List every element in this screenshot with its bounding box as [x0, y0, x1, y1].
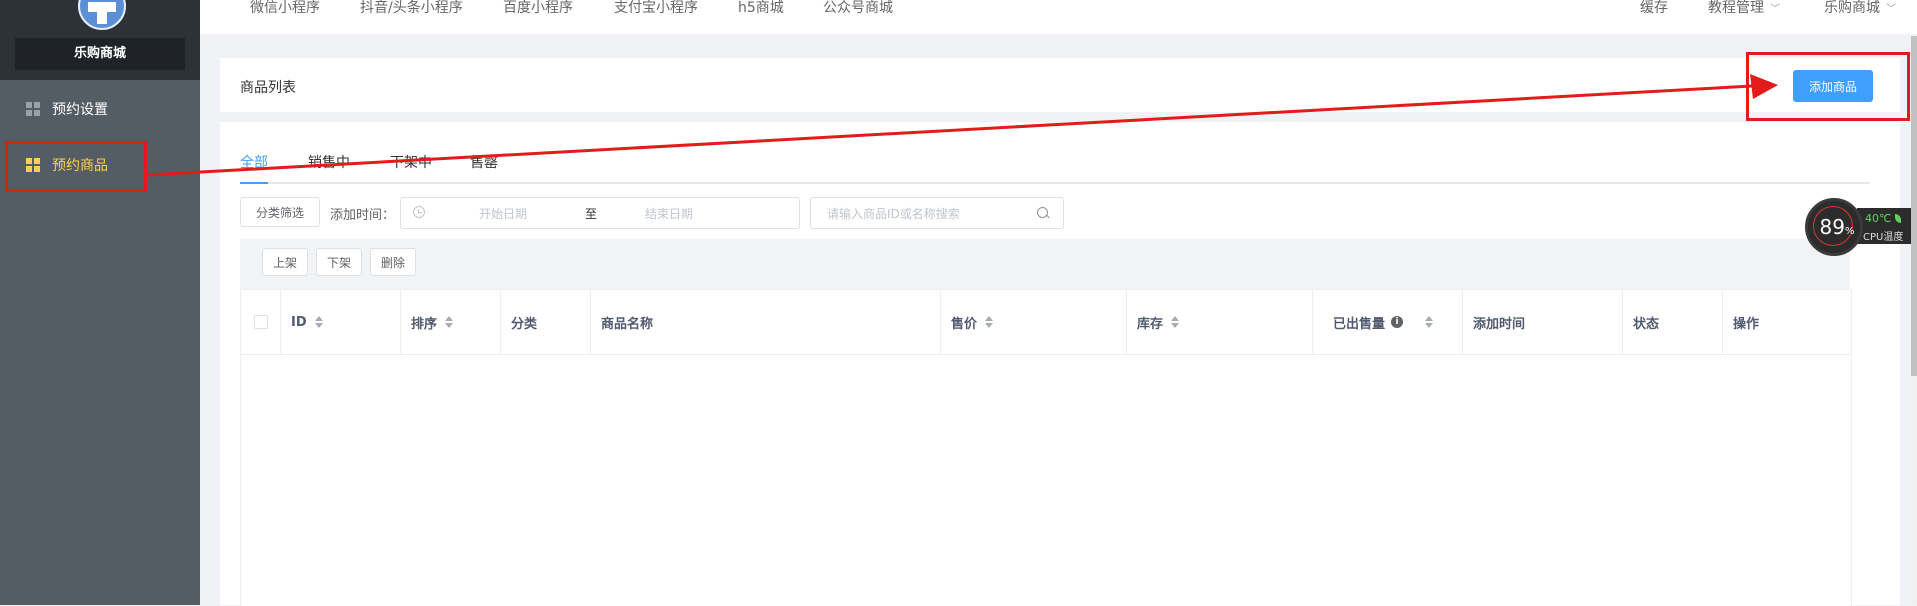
column-label: 库存	[1137, 316, 1164, 332]
delete-button[interactable]: 删除	[370, 248, 416, 276]
product-search[interactable]	[810, 197, 1064, 229]
column-category: 分类	[501, 290, 591, 354]
sidebar: 乐购商城 预约设置 预约商品	[0, 0, 200, 605]
chevron-down-icon: ﹀	[1886, 4, 1896, 15]
column-label: 已出售量	[1333, 316, 1386, 332]
off-shelf-button[interactable]: 下架	[316, 248, 362, 276]
add-time-label: 添加时间：	[330, 208, 396, 223]
status-tabs: 全部 销售中 下架中 售罄	[240, 152, 1870, 184]
column-label: 状态	[1633, 316, 1660, 332]
cpu-temperature: 40℃	[1865, 212, 1902, 225]
sort-icon[interactable]	[445, 316, 454, 328]
on-shelf-button[interactable]: 上架	[262, 248, 308, 276]
nav-official-account-store[interactable]: 公众号商城	[823, 0, 893, 16]
page-title: 商品列表	[240, 80, 296, 96]
tab-all[interactable]: 全部	[240, 152, 268, 184]
end-date-input[interactable]	[607, 204, 731, 224]
cpu-info-panel: 40℃ CPU温度	[1857, 208, 1917, 244]
cpu-usage-gauge: 89%	[1805, 198, 1863, 256]
sidebar-item-label: 预约设置	[52, 102, 108, 118]
nav-h5-store[interactable]: h5商城	[738, 0, 784, 16]
nav-wechat-miniprogram[interactable]: 微信小程序	[250, 0, 320, 16]
sidebar-header: 乐购商城	[0, 0, 200, 80]
column-label: 添加时间	[1473, 316, 1526, 332]
nav-baidu-miniprogram[interactable]: 百度小程序	[503, 0, 573, 16]
sort-icon[interactable]	[1425, 316, 1434, 328]
brand-name: 乐购商城	[15, 38, 185, 70]
column-id[interactable]: ID	[281, 290, 401, 354]
search-input[interactable]	[825, 204, 1029, 224]
sidebar-item-booking-settings[interactable]: 预约设置	[0, 81, 200, 137]
column-label: 排序	[411, 316, 438, 332]
column-price[interactable]: 售价	[941, 290, 1127, 354]
column-label: 售价	[951, 316, 978, 332]
leaf-icon	[1895, 214, 1902, 223]
sort-icon[interactable]	[314, 316, 323, 328]
date-range-picker[interactable]: 至	[400, 197, 800, 229]
column-add-time: 添加时间	[1463, 290, 1623, 354]
cpu-caption: CPU温度	[1863, 232, 1904, 243]
search-icon[interactable]	[1037, 207, 1048, 218]
grid-icon	[26, 102, 40, 116]
clock-icon	[413, 206, 425, 218]
scrollbar-thumb[interactable]	[1911, 36, 1917, 376]
tab-on-sale[interactable]: 销售中	[308, 152, 350, 182]
date-separator: 至	[585, 207, 598, 221]
info-icon[interactable]: i	[1391, 316, 1404, 328]
nav-cache[interactable]: 缓存	[1640, 0, 1668, 16]
column-status: 状态	[1623, 290, 1723, 354]
nav-douyin-miniprogram[interactable]: 抖音/头条小程序	[360, 0, 463, 16]
column-label: ID	[291, 314, 307, 330]
store-logo-icon[interactable]	[78, 0, 126, 30]
tab-off-shelf[interactable]: 下架中	[390, 152, 432, 182]
category-filter-button[interactable]: 分类筛选	[240, 197, 320, 227]
nav-store-label: 乐购商城	[1824, 0, 1880, 16]
nav-tutorial-menu[interactable]: 教程管理 ﹀	[1708, 0, 1780, 18]
page-header: 商品列表 添加商品	[220, 58, 1900, 112]
cpu-usage-percent: 89%	[1819, 215, 1855, 239]
cpu-monitor-widget[interactable]: 40℃ CPU温度 89%	[1805, 198, 1917, 258]
column-sort[interactable]: 排序	[401, 290, 501, 354]
column-actions: 操作	[1723, 290, 1851, 354]
top-nav: 微信小程序 抖音/头条小程序 百度小程序 支付宝小程序 h5商城 公众号商城 缓…	[200, 0, 1917, 34]
table-header: ID 排序 分类 商品名称 售价 库存 已出售量 i 添加时间 状态 操作	[241, 290, 1851, 355]
select-all-cell	[241, 290, 281, 354]
nav-tutorial-label: 教程管理	[1708, 0, 1764, 16]
column-stock[interactable]: 库存	[1127, 290, 1313, 354]
start-date-input[interactable]	[441, 204, 565, 224]
tab-sold-out[interactable]: 售罄	[470, 152, 498, 182]
sort-icon[interactable]	[1171, 316, 1180, 328]
annotation-highlight-add-button	[1746, 52, 1910, 121]
select-all-checkbox[interactable]	[253, 315, 268, 329]
column-sold-quantity[interactable]: 已出售量 i	[1313, 290, 1463, 354]
chevron-down-icon: ﹀	[1770, 4, 1780, 15]
column-label: 分类	[511, 316, 538, 332]
nav-store-menu[interactable]: 乐购商城 ﹀	[1824, 0, 1896, 18]
column-label: 操作	[1733, 316, 1760, 332]
batch-toolbar: 上架 下架 删除	[240, 239, 1850, 289]
column-product-name: 商品名称	[591, 290, 941, 354]
annotation-highlight-sidebar	[5, 141, 147, 192]
column-label: 商品名称	[601, 316, 654, 332]
sort-icon[interactable]	[985, 316, 994, 328]
product-table: ID 排序 分类 商品名称 售价 库存 已出售量 i 添加时间 状态 操作	[240, 289, 1852, 606]
page-scrollbar[interactable]	[1911, 36, 1917, 605]
product-list-panel: 全部 销售中 下架中 售罄 分类筛选 添加时间： 至 上架 下架 删除 ID 排…	[220, 122, 1900, 606]
nav-alipay-miniprogram[interactable]: 支付宝小程序	[614, 0, 698, 16]
